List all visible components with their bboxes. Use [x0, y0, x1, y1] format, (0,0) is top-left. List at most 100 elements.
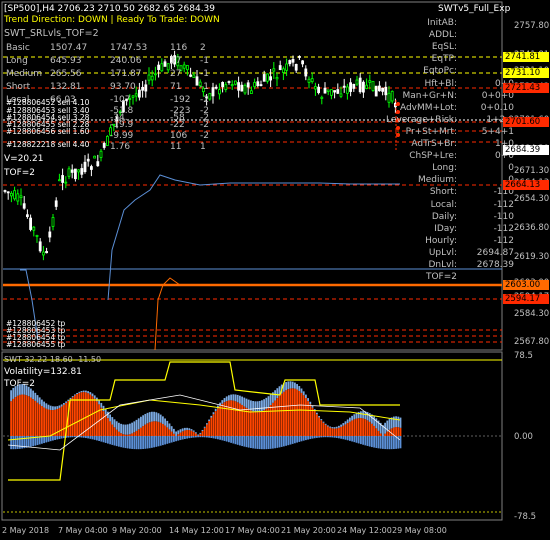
hist-bar-orange	[63, 404, 65, 436]
hist-bar-blue	[362, 436, 364, 445]
candle-body	[355, 79, 359, 85]
hist-bar-orange	[390, 428, 393, 436]
hist-bar-blue	[85, 436, 87, 439]
hist-bar-blue	[357, 436, 360, 444]
hist-bar-orange	[291, 388, 294, 436]
candle-body	[278, 65, 282, 71]
candle-body	[35, 235, 39, 237]
hist-bar-light	[305, 394, 307, 399]
time-axis-label: 14 May 12:00	[169, 526, 224, 535]
level-row-v3: 27	[170, 69, 182, 79]
candle-body	[106, 136, 109, 146]
hist-bar-orange	[41, 406, 43, 436]
price-axis-label: 2619.30	[514, 252, 550, 262]
level-row-v2: 1747.53	[110, 43, 148, 53]
hist-bar-orange	[199, 433, 202, 436]
hist-bar-light	[181, 428, 184, 432]
info-label: Short:	[429, 187, 457, 198]
price-tag: 2721.43	[503, 83, 549, 93]
hist-bar-orange	[107, 418, 109, 436]
hist-bar-blue	[82, 436, 85, 438]
hist-bar-orange	[351, 420, 353, 436]
hist-bar-light	[65, 401, 67, 403]
hist-bar-orange	[362, 418, 364, 436]
trend-direction: Trend Direction: DOWN | Ready To Trade: …	[4, 15, 220, 25]
price-axis-label: 2757.80	[514, 21, 550, 31]
mt4-chart-window[interactable]: [SP500],H4 2706.23 2710.50 2682.65 2684.…	[0, 0, 550, 540]
candle-body	[352, 83, 356, 89]
hist-bar-light	[184, 427, 186, 431]
info-label: Man+Gr+N:	[402, 90, 457, 101]
candle-body	[214, 86, 218, 89]
hist-bar-orange	[45, 408, 48, 436]
hist-bar-blue	[232, 436, 235, 444]
hist-bar-light	[309, 401, 312, 405]
hist-bar-light	[109, 414, 111, 422]
hist-bar-blue	[12, 436, 15, 450]
hist-bar-blue	[291, 436, 294, 444]
hist-bar-orange	[349, 421, 351, 436]
hist-bar-blue	[104, 436, 107, 443]
hist-bar-orange	[311, 407, 314, 436]
hist-bar-orange	[335, 428, 338, 436]
hist-bar-light	[133, 421, 136, 433]
hist-bar-orange	[137, 429, 140, 436]
hist-bar-orange	[144, 424, 147, 436]
price-axis-label: 2636.80	[514, 223, 550, 233]
hist-bar-light	[316, 412, 318, 415]
hist-bar-orange	[49, 409, 52, 436]
candle-body	[320, 96, 324, 99]
hist-bar-orange	[135, 430, 138, 436]
price-tag: 2664.13	[503, 180, 549, 190]
hist-bar-blue	[373, 436, 375, 448]
candle-body	[339, 93, 343, 97]
hist-bar-light	[393, 416, 395, 428]
hist-bar-orange	[210, 417, 213, 436]
hist-bar-light	[322, 421, 325, 423]
hist-bar-light	[225, 396, 228, 402]
hist-bar-blue	[313, 436, 316, 439]
hist-bar-orange	[324, 424, 327, 436]
hist-bar-light	[38, 397, 41, 405]
hist-bar-light	[52, 406, 54, 411]
hist-bar-blue	[10, 436, 12, 450]
hist-bar-blue	[203, 436, 206, 438]
hist-bar-light	[122, 424, 125, 435]
hist-bar-light	[43, 401, 45, 408]
tof-value: TOF=2	[4, 168, 36, 178]
hist-bar-orange	[283, 391, 285, 436]
hist-bar-light	[56, 406, 59, 409]
hist-bar-blue	[329, 436, 331, 438]
hist-bar-blue	[129, 436, 131, 449]
hist-bar-light	[289, 381, 292, 389]
sub-axis-top: 78.5	[514, 351, 533, 361]
hist-bar-light	[197, 434, 199, 436]
hist-bar-blue	[16, 436, 19, 449]
level-row-v4: -2	[200, 95, 209, 105]
hist-bar-orange	[269, 405, 272, 436]
hist-bar-blue	[126, 436, 129, 449]
hist-bar-light	[388, 418, 391, 430]
price-chart-canvas[interactable]	[0, 0, 550, 540]
candle-body	[22, 203, 26, 209]
hist-bar-orange	[373, 425, 375, 436]
hist-bar-light	[157, 413, 160, 422]
hist-bar-light	[175, 431, 177, 436]
hist-bar-blue	[151, 436, 153, 448]
price-axis-label: 2671.30	[514, 166, 550, 176]
level-row-name: Long	[6, 56, 28, 66]
hist-bar-orange	[126, 434, 129, 436]
level-row-v3: 37	[170, 56, 182, 66]
hist-bar-orange	[386, 431, 389, 436]
candle-body	[77, 169, 80, 173]
hist-bar-orange	[166, 427, 169, 436]
hist-bar-orange	[186, 429, 188, 436]
hist-bar-blue	[254, 436, 257, 449]
hist-bar-light	[243, 397, 246, 407]
hist-bar-blue	[140, 436, 142, 450]
hist-bar-blue	[269, 436, 272, 449]
hist-bar-blue	[153, 436, 155, 448]
tp-label: #128806455 tp	[6, 340, 66, 349]
hist-bar-blue	[221, 436, 224, 441]
hist-bar-orange	[162, 423, 164, 436]
